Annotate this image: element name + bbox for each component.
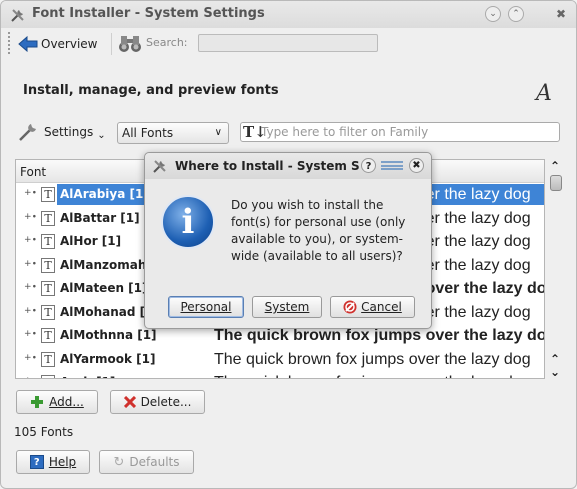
plus-icon <box>31 396 44 408</box>
install-location-dialog: Where to Install - System S ? ✖ i Do you… <box>144 152 432 329</box>
settings-button[interactable]: Settings ⌄ <box>18 121 106 143</box>
window-title: Font Installer - System Settings <box>32 6 265 21</box>
chevron-down-icon: ⌄ <box>97 129 106 141</box>
font-file-icon: T <box>41 304 55 320</box>
list-item[interactable]: +∙ TArab [1] The quick brown fox jumps ove… <box>16 372 544 378</box>
font-file-icon: T <box>41 351 55 367</box>
font-file-icon: T <box>41 328 55 343</box>
list-item[interactable]: +∙ T AlYarmook [1] The quick brown fox jump… <box>16 349 544 372</box>
tools-icon <box>153 160 166 173</box>
settings-label: Settings <box>44 125 94 139</box>
delete-button[interactable]: Delete... <box>110 390 205 414</box>
expand-icon[interactable]: +∙ <box>24 353 37 363</box>
font-file-icon: T <box>41 281 55 296</box>
cancel-icon <box>343 300 357 314</box>
font-name: Arab [1] <box>57 372 118 378</box>
back-arrow-icon <box>18 36 38 52</box>
font-preview: The quick brown fox jumps over the lazy … <box>212 372 544 378</box>
overview-label: Overview <box>41 37 98 51</box>
defaults-label: Defaults <box>129 455 180 469</box>
filter-input[interactable]: T↓ Type here to filter on Family <box>240 122 560 142</box>
font-file-icon: T <box>41 234 55 249</box>
maximize-icon[interactable]: ⌃ <box>508 6 524 22</box>
search-label: Search: <box>146 36 188 49</box>
expand-icon[interactable]: +∙ <box>24 212 37 222</box>
font-name: AlMothnna [1] <box>60 328 157 342</box>
shade-icon[interactable]: ⌄ <box>485 6 501 22</box>
defaults-button[interactable]: ↻ Defaults <box>99 450 194 474</box>
search-input[interactable] <box>198 34 378 52</box>
font-icon: A <box>536 81 552 106</box>
font-group-select[interactable]: All Fonts ∨ <box>117 122 229 144</box>
list-scrollbar[interactable]: ⌃ ⌃ ⌄ <box>549 159 563 379</box>
overview-button[interactable]: Overview <box>18 34 98 54</box>
font-preview: The quick brown fox jumps over the lazy … <box>214 350 531 368</box>
expand-icon[interactable]: +∙ <box>24 188 37 198</box>
font-name: AlHor [1] <box>60 234 122 248</box>
font-name: AlYarmook [1] <box>60 351 156 366</box>
binoculars-icon <box>119 36 141 52</box>
font-file-icon: T <box>41 257 55 273</box>
font-count: 105 Fonts <box>14 425 74 439</box>
help-icon[interactable]: ? <box>361 158 376 173</box>
dialog-title: Where to Install - System S <box>175 159 360 173</box>
tools-icon <box>11 9 24 22</box>
title-bar[interactable]: Font Installer - System Settings ⌄ ⌃ ✖ <box>1 1 576 28</box>
system-button[interactable]: System <box>252 296 322 318</box>
expand-icon[interactable]: +∙ <box>24 376 37 378</box>
add-button[interactable]: Add... <box>16 390 98 414</box>
dialog-title-bar[interactable]: Where to Install - System S ? ✖ <box>145 153 431 179</box>
page-heading: Install, manage, and preview fonts <box>23 83 279 98</box>
scroll-down-icon[interactable]: ⌃ <box>550 352 560 366</box>
expand-icon[interactable]: +∙ <box>24 282 37 292</box>
menu-icon[interactable] <box>381 161 403 170</box>
expand-icon[interactable]: +∙ <box>24 235 37 245</box>
filter-placeholder: Type here to filter on Family <box>261 125 429 139</box>
dropdown-arrow-icon: ∨ <box>214 127 222 138</box>
font-name: AlArabiya [1] <box>57 184 152 205</box>
reset-icon: ↻ <box>113 454 125 470</box>
close-icon[interactable]: ✖ <box>409 158 424 173</box>
help-icon: ? <box>29 455 44 469</box>
personal-button[interactable]: Personal <box>168 296 244 318</box>
add-label: Add... <box>49 395 84 409</box>
delete-label: Delete... <box>140 395 192 409</box>
font-file-icon: T <box>41 187 55 202</box>
font-file-icon: T <box>41 375 55 378</box>
font-group-value: All Fonts <box>122 126 174 140</box>
expand-icon[interactable]: +∙ <box>24 329 37 339</box>
info-icon: i <box>161 195 215 249</box>
toolbar-separator <box>111 33 112 55</box>
main-toolbar: Overview Search: <box>1 29 576 59</box>
toolbar-grip[interactable] <box>8 32 13 54</box>
close-icon[interactable]: ✖ <box>553 6 569 22</box>
font-column-header: Font <box>20 165 47 179</box>
wrench-icon <box>19 124 36 141</box>
cancel-button[interactable]: Cancel <box>330 296 415 318</box>
dialog-message: Do you wish to install the font(s) for p… <box>231 198 406 263</box>
scroll-up-icon[interactable]: ⌃ <box>550 159 560 173</box>
font-file-icon: T <box>41 210 55 226</box>
font-name: AlBattar [1] <box>60 210 140 225</box>
cancel-label: Cancel <box>361 300 402 314</box>
delete-x-icon <box>123 396 136 408</box>
scroll-down-icon[interactable]: ⌄ <box>550 365 560 379</box>
system-label: System <box>264 300 310 314</box>
expand-icon[interactable]: +∙ <box>24 259 37 269</box>
expand-icon[interactable]: +∙ <box>24 306 37 316</box>
personal-label: Personal <box>180 300 232 314</box>
help-button[interactable]: ? Help <box>16 450 90 474</box>
scroll-thumb[interactable] <box>550 175 562 191</box>
font-name: AlMateen [1] <box>60 281 148 295</box>
help-label: Help <box>48 455 77 469</box>
